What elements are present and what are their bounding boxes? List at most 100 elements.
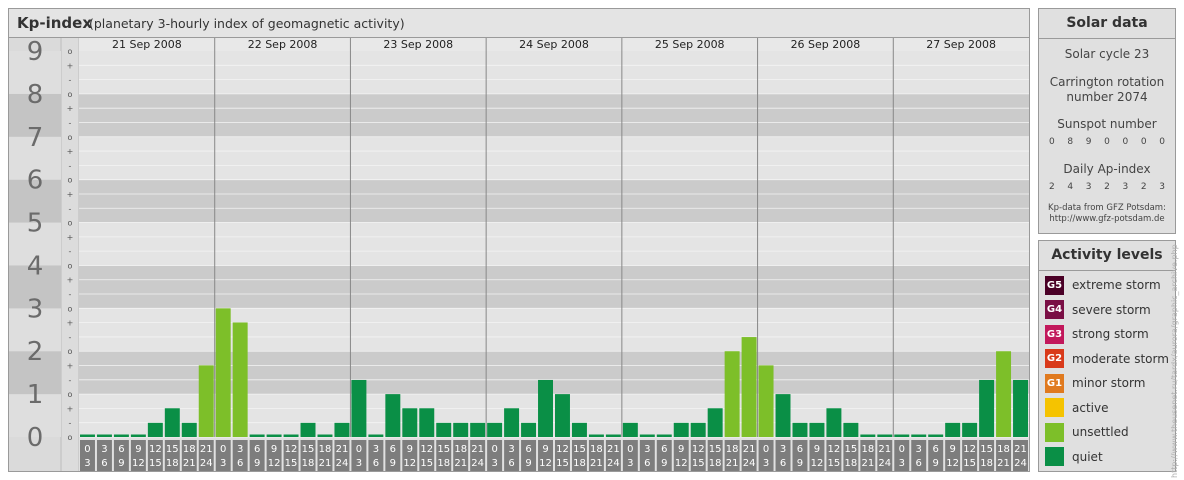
kp-subtick: +	[67, 61, 74, 70]
interval-end-label: 9	[254, 458, 260, 469]
kp-bar	[96, 434, 112, 437]
interval-end-label: 12	[811, 458, 824, 469]
legend-swatch: G3	[1045, 324, 1064, 344]
interval-start-label: 3	[644, 444, 650, 455]
day-label: 21 Sep 2008	[112, 38, 182, 51]
kp-bar	[317, 434, 333, 437]
interval-start-label: 6	[933, 444, 939, 455]
interval-end-label: 9	[797, 458, 803, 469]
kp-bar	[487, 422, 503, 437]
kp-subtick: o	[68, 347, 73, 356]
kp-bar	[385, 394, 401, 437]
interval-end-label: 24	[743, 458, 756, 469]
kp-band	[79, 222, 1029, 266]
kp-bar	[571, 422, 587, 437]
kp-chart: 21 Sep 2008 22 Sep 2008 23 Sep 2008 24 Sep …	[9, 37, 1029, 471]
interval-start-label: 3	[780, 444, 786, 455]
kp-subtick: -	[69, 333, 72, 342]
interval-end-label: 12	[132, 458, 145, 469]
interval-end-label: 9	[118, 458, 124, 469]
kp-subtick: +	[67, 147, 74, 156]
kp-bar	[775, 394, 791, 437]
interval-end-label: 24	[200, 458, 213, 469]
kp-bar	[147, 422, 163, 437]
interval-start-label: 9	[949, 444, 955, 455]
interval-end-label: 12	[675, 458, 688, 469]
legend-item: quiet	[1045, 447, 1103, 467]
interval-start-label: 0	[627, 444, 633, 455]
kp-bar	[588, 434, 604, 437]
day-label: 24 Sep 2008	[519, 38, 589, 51]
legend-item: active	[1045, 398, 1108, 418]
day-label: 23 Sep 2008	[383, 38, 453, 51]
kp-bar	[860, 434, 876, 437]
interval-start-label: 3	[508, 444, 514, 455]
chart-subtitle: (planetary 3-hourly index of geomagnetic…	[89, 16, 405, 31]
interval-end-label: 18	[573, 458, 586, 469]
credit-line-1: Kp-data from GFZ Potsdam:	[1048, 203, 1166, 213]
interval-end-label: 24	[471, 458, 484, 469]
interval-start-label: 15	[437, 444, 450, 455]
kp-bar	[453, 422, 469, 437]
interval-start-label: 21	[607, 444, 620, 455]
interval-start-label: 6	[661, 444, 667, 455]
kp-band	[79, 265, 1029, 309]
interval-start-label: 12	[828, 444, 841, 455]
interval-start-label: 9	[814, 444, 820, 455]
kp-bar	[555, 394, 570, 437]
kp-subtick: +	[67, 362, 74, 371]
chart-header: Kp-index (planetary 3-hourly index of ge…	[9, 9, 1029, 38]
interval-start-label: 15	[573, 444, 586, 455]
sunspot-value: 9	[1085, 137, 1092, 147]
ap-value: 2	[1049, 182, 1055, 192]
interval-end-label: 12	[268, 458, 281, 469]
interval-start-label: 15	[302, 444, 315, 455]
kp-subtick: -	[69, 204, 72, 213]
kp-subtick: +	[67, 276, 74, 285]
kp-bar	[945, 422, 961, 437]
interval-end-label: 15	[149, 458, 162, 469]
kp-subtick: o	[68, 47, 73, 56]
kp-band	[79, 179, 1029, 223]
interval-start-label: 3	[373, 444, 379, 455]
kp-tick-label: 1	[27, 380, 44, 410]
interval-end-label: 9	[525, 458, 531, 469]
kp-subtick: +	[67, 319, 74, 328]
interval-start-label: 0	[84, 444, 90, 455]
interval-end-label: 18	[166, 458, 179, 469]
interval-end-label: 21	[997, 458, 1010, 469]
kp-bar	[249, 434, 265, 437]
kp-subtick: o	[68, 433, 73, 442]
kp-bar	[368, 434, 384, 437]
ap-value: 3	[1085, 182, 1092, 192]
chart-title: Kp-index	[17, 14, 92, 32]
kp-bar	[911, 434, 927, 437]
interval-start-label: 18	[726, 444, 739, 455]
kp-bar	[80, 434, 95, 437]
kp-tick-label: 6	[27, 166, 44, 196]
carrington-line-2: number 2074	[1066, 90, 1148, 104]
legend-item: G5 extreme storm	[1045, 275, 1161, 295]
interval-end-label: 21	[726, 458, 739, 469]
kp-band	[79, 93, 1029, 137]
interval-start-label: 15	[980, 444, 993, 455]
legend-item: G3 strong storm	[1045, 324, 1149, 344]
interval-end-label: 6	[644, 458, 650, 469]
interval-end-label: 6	[780, 458, 786, 469]
kp-bar	[877, 434, 893, 437]
kp-subtick: -	[69, 76, 72, 85]
interval-end-label: 6	[373, 458, 379, 469]
legend-item: unsettled	[1045, 422, 1129, 442]
interval-end-label: 18	[980, 458, 993, 469]
interval-end-label: 3	[491, 458, 497, 469]
kp-bar	[724, 351, 740, 437]
legend-label: active	[1072, 400, 1109, 415]
kp-subtick: o	[68, 261, 73, 270]
legend-swatch: G5	[1045, 275, 1064, 295]
kp-tick-label: 9	[27, 37, 44, 67]
interval-start-label: 9	[542, 444, 548, 455]
kp-subtick: +	[67, 233, 74, 242]
watermark: http://www.theusenet.ru/tardx/aurora/gra…	[1170, 244, 1179, 478]
legend-swatch	[1045, 398, 1064, 417]
kp-bar	[402, 408, 418, 437]
